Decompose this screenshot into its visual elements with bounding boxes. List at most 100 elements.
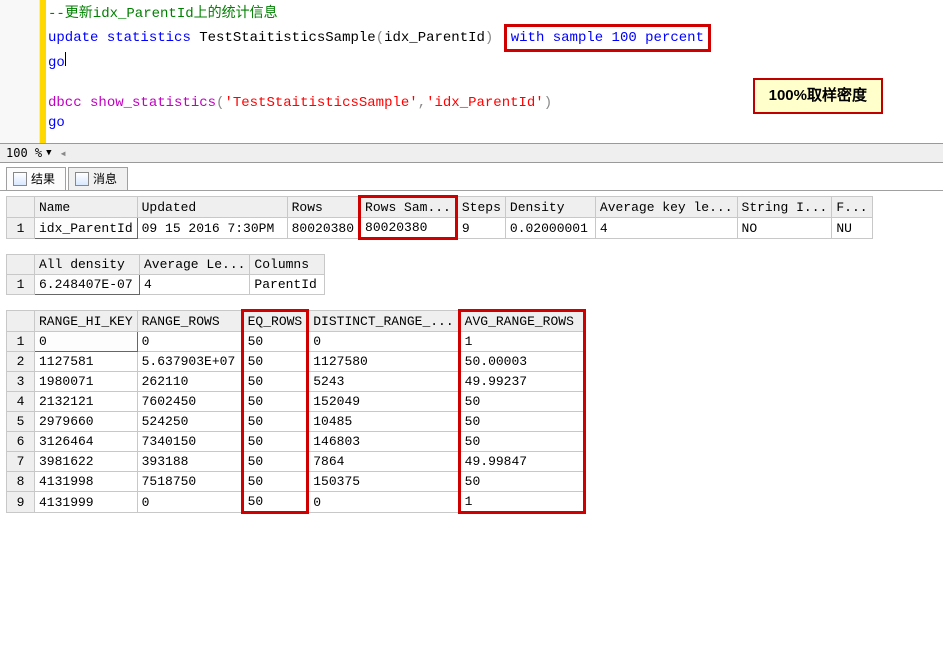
cell[interactable]: 7340150 [137,432,242,452]
table-row[interactable]: 9413199905001 [7,492,585,513]
cell[interactable]: 0 [137,492,242,513]
cell[interactable]: 10485 [308,412,459,432]
cell[interactable]: 80020380 [287,218,359,239]
cell[interactable]: 7864 [308,452,459,472]
cell[interactable]: 49.99847 [459,452,584,472]
table-row[interactable]: 1 idx_ParentId 09 15 2016 7:30PM 8002038… [7,218,873,239]
cell[interactable]: idx_ParentId [35,218,138,239]
cell[interactable]: ParentId [250,275,325,295]
cell[interactable]: 150375 [308,472,459,492]
cell[interactable]: 4 [595,218,737,239]
table-row[interactable]: 1 6.248407E-07 4 ParentId [7,275,325,295]
col-updated[interactable]: Updated [137,197,287,218]
cell[interactable]: 50 [242,412,308,432]
cell[interactable]: 50 [242,332,308,352]
table-row[interactable]: 7398162239318850786449.99847 [7,452,585,472]
cell[interactable]: 2979660 [35,412,138,432]
col-avg-key-len[interactable]: Average key le... [595,197,737,218]
col-rows-sampled[interactable]: Rows Sam... [360,197,457,218]
col-eq-rows[interactable]: EQ_ROWS [242,311,308,332]
scroll-left-icon[interactable]: ◂ [60,146,67,160]
cell[interactable]: 50 [242,452,308,472]
cell[interactable]: 4131999 [35,492,138,513]
cell[interactable]: 1980071 [35,372,138,392]
cell[interactable]: 49.99237 [459,372,584,392]
col-range-hi-key[interactable]: RANGE_HI_KEY [35,311,138,332]
messages-icon [75,172,89,186]
cell[interactable]: 1 [459,492,584,513]
grid-header-row: Name Updated Rows Rows Sam... Steps Dens… [7,197,873,218]
chevron-down-icon: ▼ [46,148,51,158]
cell[interactable]: 50 [242,352,308,372]
cell[interactable]: 50 [242,392,308,412]
col-avg-range-rows[interactable]: AVG_RANGE_ROWS [459,311,584,332]
code-line: go [48,52,933,73]
cell[interactable]: NO [737,218,832,239]
cell[interactable]: 3126464 [35,432,138,452]
sql-editor[interactable]: --更新idx_ParentId上的统计信息 update statistics… [0,0,943,143]
col-filter[interactable]: F... [832,197,872,218]
cell[interactable]: 0 [137,332,242,352]
cell[interactable]: 4131998 [35,472,138,492]
cell[interactable]: 50 [459,432,584,452]
cell[interactable]: 50 [242,472,308,492]
grid-icon [13,172,27,186]
col-string-index[interactable]: String I... [737,197,832,218]
cell[interactable]: 6.248407E-07 [35,275,140,295]
col-steps[interactable]: Steps [456,197,505,218]
cell[interactable]: 0 [308,332,459,352]
table-row[interactable]: 52979660524250501048550 [7,412,585,432]
cell[interactable]: 50.00003 [459,352,584,372]
col-distinct-range[interactable]: DISTINCT_RANGE_... [308,311,459,332]
zoom-dropdown[interactable]: 100 % ▼ [6,146,52,160]
table-row[interactable]: 211275815.637903E+0750112758050.00003 [7,352,585,372]
cell[interactable]: 50 [459,412,584,432]
cell[interactable]: 50 [459,392,584,412]
col-all-density[interactable]: All density [35,255,140,275]
cell[interactable]: 1127581 [35,352,138,372]
cell[interactable]: 50 [242,432,308,452]
cell[interactable]: 5.637903E+07 [137,352,242,372]
cell[interactable]: 50 [459,472,584,492]
cell[interactable]: 09 15 2016 7:30PM [137,218,287,239]
cell[interactable]: 262110 [137,372,242,392]
col-columns[interactable]: Columns [250,255,325,275]
cell[interactable]: 3981622 [35,452,138,472]
cell[interactable]: NU [832,218,872,239]
cell[interactable]: 2132121 [35,392,138,412]
col-avg-len[interactable]: Average Le... [140,255,250,275]
rownum-cell: 2 [7,352,35,372]
cell[interactable]: 7518750 [137,472,242,492]
table-row[interactable]: 1005001 [7,332,585,352]
cell[interactable]: 4 [140,275,250,295]
cell[interactable]: 146803 [308,432,459,452]
table-row[interactable]: 3198007126211050524349.99237 [7,372,585,392]
cell[interactable]: 1127580 [308,352,459,372]
table-row[interactable]: 8413199875187505015037550 [7,472,585,492]
cell[interactable]: 7602450 [137,392,242,412]
cell[interactable]: 524250 [137,412,242,432]
cell[interactable]: 393188 [137,452,242,472]
grid-density-vector[interactable]: All density Average Le... Columns 1 6.24… [6,254,325,295]
cell[interactable]: 0.02000001 [505,218,595,239]
cell[interactable]: 0 [35,332,138,352]
grid-stats-header[interactable]: Name Updated Rows Rows Sam... Steps Dens… [6,195,873,240]
cell[interactable]: 50 [242,372,308,392]
cell[interactable]: 0 [308,492,459,513]
col-density[interactable]: Density [505,197,595,218]
table-row[interactable]: 6312646473401505014680350 [7,432,585,452]
col-name[interactable]: Name [35,197,138,218]
table-row[interactable]: 4213212176024505015204950 [7,392,585,412]
cell[interactable]: 152049 [308,392,459,412]
cell[interactable]: 1 [459,332,584,352]
cell[interactable]: 9 [456,218,505,239]
rownum-cell: 7 [7,452,35,472]
cell[interactable]: 50 [242,492,308,513]
tab-messages[interactable]: 消息 [68,167,128,190]
cell[interactable]: 80020380 [360,218,457,239]
col-rows[interactable]: Rows [287,197,359,218]
col-range-rows[interactable]: RANGE_ROWS [137,311,242,332]
tab-results[interactable]: 结果 [6,167,66,190]
grid-histogram[interactable]: RANGE_HI_KEY RANGE_ROWS EQ_ROWS DISTINCT… [6,309,586,514]
cell[interactable]: 5243 [308,372,459,392]
